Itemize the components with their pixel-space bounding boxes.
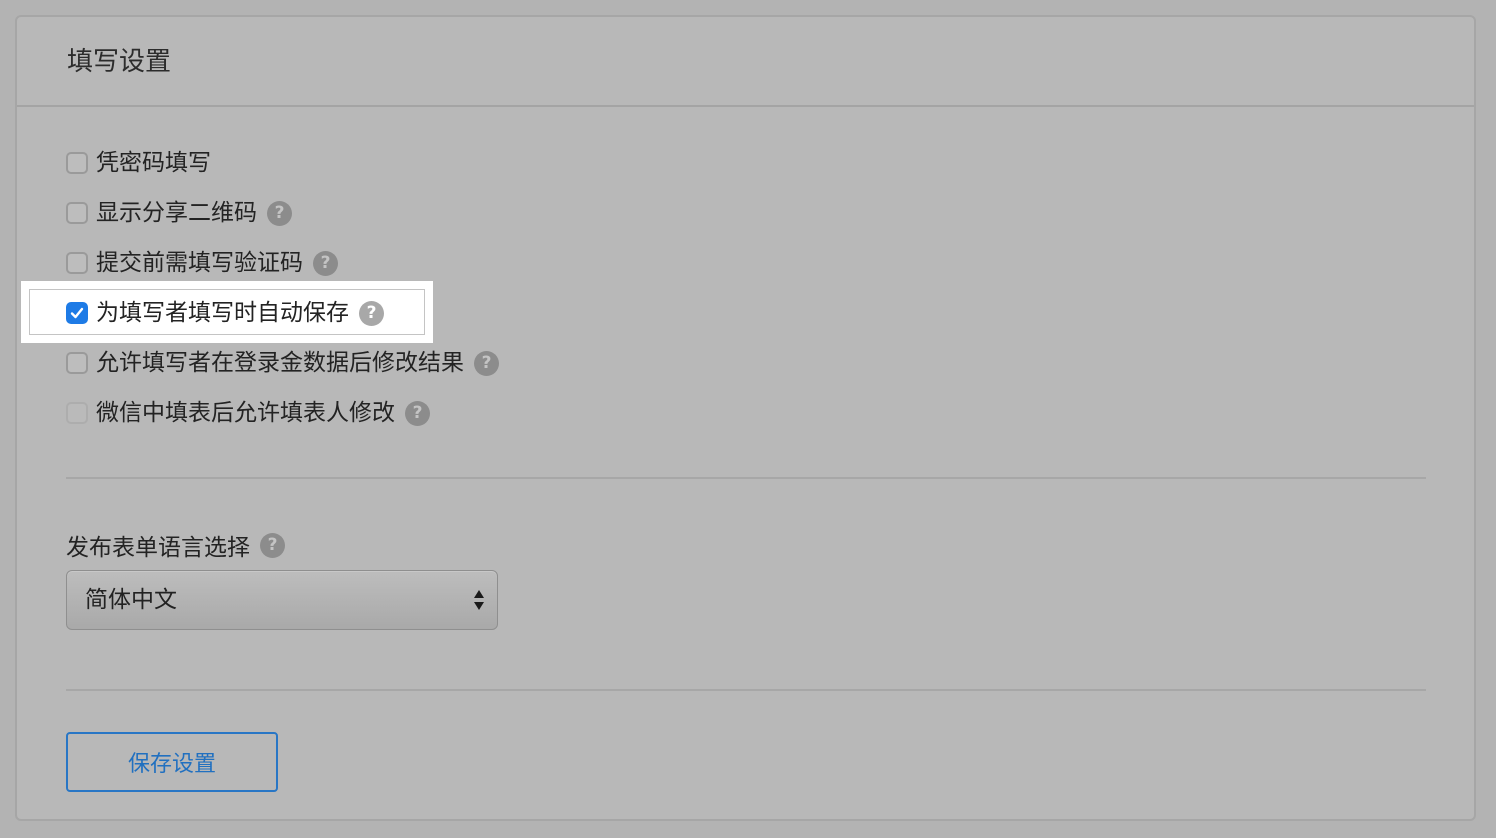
captcha-label: 提交前需填写验证码 xyxy=(96,250,303,276)
option-wechat-edit[interactable]: 微信中填表后允许填表人修改 ? xyxy=(66,396,430,430)
allow-edit-after-login-label: 允许填写者在登录金数据后修改结果 xyxy=(96,350,464,376)
autosave-checkbox[interactable] xyxy=(66,302,88,324)
wechat-edit-checkbox[interactable] xyxy=(66,402,88,424)
help-icon[interactable]: ? xyxy=(313,250,338,276)
option-password-fill[interactable]: 凭密码填写 xyxy=(66,146,211,180)
select-arrows-icon xyxy=(474,590,484,610)
help-icon[interactable]: ? xyxy=(267,200,292,226)
autosave-label: 为填写者填写时自动保存 xyxy=(96,300,349,326)
language-select-value: 简体中文 xyxy=(85,587,177,613)
language-select[interactable]: 简体中文 xyxy=(66,570,498,630)
show-qr-code-label: 显示分享二维码 xyxy=(96,200,257,226)
password-fill-checkbox[interactable] xyxy=(66,152,88,174)
help-icon[interactable]: ? xyxy=(474,350,499,376)
captcha-checkbox[interactable] xyxy=(66,252,88,274)
language-label-row: 发布表单语言选择 ? xyxy=(66,528,285,562)
password-fill-label: 凭密码填写 xyxy=(96,150,211,176)
section-divider xyxy=(66,477,1426,479)
option-show-qr-code[interactable]: 显示分享二维码 ? xyxy=(66,196,292,230)
help-icon[interactable]: ? xyxy=(260,532,285,558)
language-label: 发布表单语言选择 xyxy=(66,535,250,561)
wechat-edit-label: 微信中填表后允许填表人修改 xyxy=(96,400,395,426)
checkmark-icon xyxy=(70,307,84,319)
help-icon[interactable]: ? xyxy=(359,300,384,326)
allow-edit-after-login-checkbox[interactable] xyxy=(66,352,88,374)
option-autosave[interactable]: 为填写者填写时自动保存 ? xyxy=(66,296,384,330)
section-divider xyxy=(66,689,1426,691)
panel-title: 填写设置 xyxy=(67,47,172,77)
show-qr-code-checkbox[interactable] xyxy=(66,202,88,224)
panel-header: 填写设置 xyxy=(17,17,1474,107)
help-icon[interactable]: ? xyxy=(405,400,430,426)
option-allow-edit-after-login[interactable]: 允许填写者在登录金数据后修改结果 ? xyxy=(66,346,499,380)
save-settings-button[interactable]: 保存设置 xyxy=(66,732,278,792)
option-captcha-before-submit[interactable]: 提交前需填写验证码 ? xyxy=(66,246,338,280)
